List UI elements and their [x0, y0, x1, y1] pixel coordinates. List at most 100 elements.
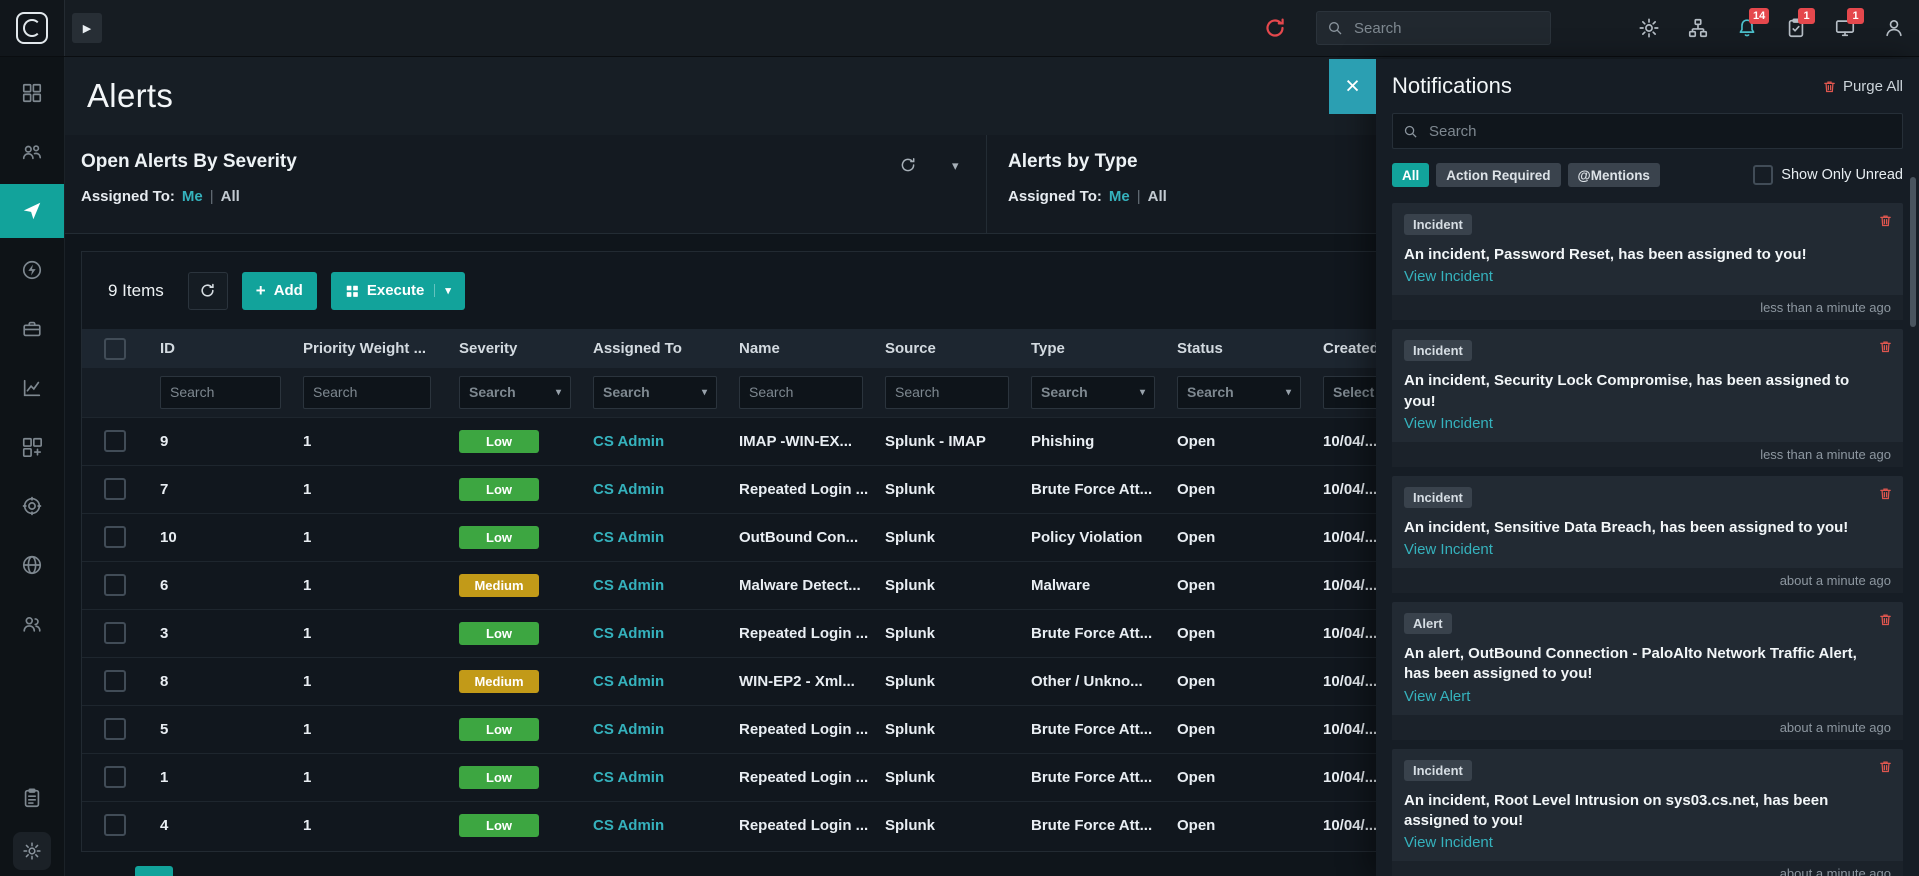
table-refresh-button[interactable] — [187, 271, 228, 310]
show-only-unread-checkbox[interactable] — [1753, 165, 1774, 185]
widget-menu-caret-icon[interactable]: ▾ — [952, 158, 959, 174]
sitemap-icon[interactable] — [1687, 17, 1709, 39]
assigned-to-link[interactable]: CS Admin — [593, 481, 664, 498]
sidebar-item-automation[interactable] — [0, 243, 64, 297]
assigned-to-link[interactable]: CS Admin — [593, 433, 664, 450]
delete-notification-icon[interactable] — [1878, 213, 1893, 228]
sidebar-item-reports[interactable] — [0, 361, 64, 415]
row-checkbox[interactable] — [103, 622, 126, 644]
delete-notification-icon[interactable] — [1878, 612, 1893, 627]
sidebar-item-teams[interactable] — [0, 125, 64, 179]
assigned-to-link[interactable]: CS Admin — [593, 673, 664, 690]
notification-view-link[interactable]: View Incident — [1404, 541, 1493, 558]
assigned-all-link[interactable]: All — [1148, 188, 1167, 205]
purge-all-button[interactable]: Purge All — [1822, 78, 1903, 95]
filter-chip-all[interactable]: All — [1392, 163, 1430, 187]
filter-source-input[interactable] — [885, 375, 1009, 409]
row-checkbox[interactable] — [103, 670, 126, 692]
app-logo[interactable] — [0, 0, 65, 56]
sidebar-item-hunts[interactable] — [0, 479, 64, 533]
filter-assigned-select[interactable]: Search ▾ — [593, 375, 717, 409]
column-header-type[interactable]: Type — [1019, 329, 1165, 368]
widget-refresh-icon[interactable] — [899, 156, 917, 174]
system-monitor-icon[interactable]: 1 — [1834, 8, 1864, 39]
notification-card[interactable]: Incident An incident, Security Lock Comp… — [1392, 329, 1903, 467]
notifications-close-button[interactable]: × — [1329, 59, 1376, 114]
sidebar-item-dashboards[interactable] — [0, 66, 64, 120]
playbook-toggle-button[interactable]: ▶ — [72, 13, 102, 43]
notifications-bell-icon[interactable]: 14 — [1736, 8, 1770, 39]
row-checkbox[interactable] — [103, 526, 126, 548]
cell-id: 4 — [160, 816, 169, 834]
notifications-search-input[interactable] — [1427, 121, 1892, 141]
notification-card[interactable]: Incident An incident, Sensitive Data Bre… — [1392, 475, 1903, 593]
column-header-priority-weight[interactable]: Priority Weight ... — [291, 329, 447, 368]
delete-notification-icon[interactable] — [1878, 486, 1893, 501]
row-checkbox[interactable] — [103, 574, 126, 596]
delete-notification-icon[interactable] — [1878, 759, 1893, 774]
select-all-checkbox[interactable] — [104, 337, 126, 360]
notification-view-link[interactable]: View Alert — [1404, 688, 1470, 705]
assigned-me-link[interactable]: Me — [182, 188, 203, 205]
sidebar-item-task-queue[interactable] — [0, 778, 64, 818]
pending-tasks-icon[interactable]: 1 — [1785, 8, 1815, 39]
filter-name-input[interactable] — [739, 375, 863, 409]
pagination-control-partial[interactable] — [135, 866, 173, 876]
cell-id: 9 — [160, 432, 169, 450]
filter-chip-action-required[interactable]: Action Required — [1436, 163, 1561, 187]
assigned-all-link[interactable]: All — [221, 188, 240, 205]
filter-severity-select[interactable]: Search ▾ — [459, 375, 571, 409]
column-header-status[interactable]: Status — [1165, 329, 1311, 368]
row-checkbox[interactable] — [103, 718, 126, 740]
notification-view-link[interactable]: View Incident — [1404, 268, 1493, 285]
row-checkbox[interactable] — [103, 430, 126, 452]
notification-message: An incident, Root Level Intrusion on sys… — [1404, 791, 1829, 829]
sidebar-item-settings[interactable] — [13, 832, 51, 870]
sidebar-item-threat-intel[interactable] — [0, 538, 64, 592]
panel-title: Open Alerts By Severity — [81, 151, 297, 172]
panel-open-alerts-by-severity: Open Alerts By Severity Assigned To: Me | A… — [64, 135, 987, 233]
notification-view-link[interactable]: View Incident — [1404, 415, 1493, 432]
filter-chip-mentions[interactable]: @Mentions — [1567, 163, 1660, 187]
cell-source: Splunk — [885, 720, 936, 738]
cell-status: Open — [1177, 480, 1216, 498]
row-checkbox[interactable] — [103, 814, 126, 837]
filter-id-input[interactable] — [160, 375, 281, 409]
assigned-to-link[interactable]: CS Admin — [593, 625, 664, 642]
column-header-assigned-to[interactable]: Assigned To — [581, 329, 727, 368]
notification-card[interactable]: Incident An incident, Password Reset, ha… — [1392, 203, 1903, 321]
column-header-id[interactable]: ID — [148, 329, 291, 368]
delete-notification-icon[interactable] — [1878, 339, 1893, 354]
filter-priority-input[interactable] — [303, 375, 431, 409]
assigned-to-link[interactable]: CS Admin — [593, 721, 664, 738]
notifications-scrollbar[interactable] — [1910, 177, 1916, 327]
column-header-severity[interactable]: Severity — [447, 329, 581, 368]
assigned-me-link[interactable]: Me — [1109, 188, 1130, 205]
filter-type-select[interactable]: Search ▾ — [1031, 375, 1155, 409]
assigned-to-link[interactable]: CS Admin — [593, 529, 664, 546]
notification-card[interactable]: Incident An incident, Root Level Intrusi… — [1392, 748, 1903, 876]
notification-card[interactable]: Alert An alert, OutBound Connection - Pa… — [1392, 602, 1903, 740]
assigned-to-link[interactable]: CS Admin — [593, 577, 664, 594]
assigned-to-link[interactable]: CS Admin — [593, 817, 664, 834]
column-header-name[interactable]: Name — [727, 329, 873, 368]
sidebar-item-widgets[interactable] — [0, 420, 64, 474]
logo-icon — [16, 12, 48, 44]
cell-type: Malware — [1031, 576, 1091, 594]
global-search-input[interactable] — [1352, 18, 1555, 38]
notification-view-link[interactable]: View Incident — [1404, 834, 1493, 851]
sync-status-icon[interactable] — [1263, 16, 1287, 40]
row-checkbox[interactable] — [103, 478, 126, 500]
sidebar-item-alerts[interactable] — [0, 184, 64, 238]
column-header-source[interactable]: Source — [873, 329, 1019, 368]
assigned-to-link[interactable]: CS Admin — [593, 769, 664, 786]
sidebar-item-cases[interactable] — [0, 302, 64, 356]
add-button[interactable]: + Add — [241, 271, 317, 310]
filter-status-select[interactable]: Search ▾ — [1177, 375, 1301, 409]
sidebar-item-people[interactable] — [0, 597, 64, 651]
settings-gear-icon[interactable] — [1638, 17, 1660, 39]
automation-bolt-icon — [22, 260, 42, 280]
row-checkbox[interactable] — [103, 766, 126, 788]
execute-button[interactable]: Execute ▾ — [330, 271, 465, 310]
user-profile-icon[interactable] — [1883, 17, 1905, 39]
